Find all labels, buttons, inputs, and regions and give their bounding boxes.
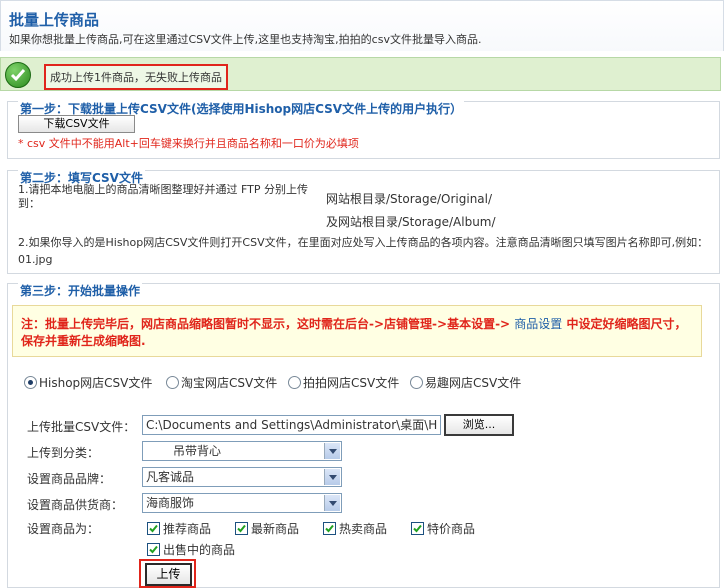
flag-label: 特价商品: [427, 522, 476, 536]
notice-text-pre: 注：批量上传完毕后，网店商品缩略图暂时不显示，这时需在后台->店铺管理->基本设…: [21, 317, 515, 331]
radio-hishop[interactable]: Hishop网店CSV文件: [24, 374, 152, 391]
step2-line1: 1.请把本地电脑上的商品清晰图整理好并通过 FTP 分别上传到：: [18, 183, 308, 210]
notice-link[interactable]: 商品设置: [514, 317, 562, 331]
checkbox-checked-icon[interactable]: [323, 522, 336, 535]
radio-icon[interactable]: [288, 376, 301, 389]
brand-value: 凡客诚品: [146, 470, 195, 484]
radio-label: Hishop网店CSV文件: [39, 376, 153, 390]
success-check-icon: [5, 62, 31, 88]
supplier-label: 设置商品供货商：: [27, 498, 124, 512]
flag-label: 最新商品: [251, 522, 300, 536]
checkbox-checked-icon[interactable]: [147, 543, 160, 556]
radio-yiqu[interactable]: 易趣网店CSV文件: [410, 374, 521, 391]
success-banner: 成功上传1件商品，无失败上传商品: [0, 57, 721, 91]
step1-section: 第一步：下载批量上传CSV文件(选择使用Hishop网店CSV文件上传的用户执行…: [7, 100, 720, 159]
flag-label: 推荐商品: [163, 522, 212, 536]
step2-line2: 2.如果你导入的是Hishop网店CSV文件则打开CSV文件，在里面对应处写入上…: [18, 236, 709, 266]
brand-select[interactable]: 凡客诚品: [142, 467, 342, 487]
radio-paipai[interactable]: 拍拍网店CSV文件: [288, 374, 399, 391]
csv-file-value: C:\Documents and Settings\Administrator\…: [146, 418, 438, 432]
flag-on-sale[interactable]: 出售中的商品: [147, 541, 235, 558]
radio-icon[interactable]: [410, 376, 423, 389]
ftp-path-original: 网站根目录/Storage/Original/: [326, 192, 493, 206]
category-value: 吊带背心: [173, 444, 222, 458]
step2-section: 第二步：填写CSV文件 1.请把本地电脑上的商品清晰图整理好并通过 FTP 分别…: [7, 169, 720, 274]
radio-label: 淘宝网店CSV文件: [181, 376, 278, 390]
upload-button-highlight: 上传: [139, 559, 196, 588]
supplier-value: 海商服饰: [146, 496, 195, 510]
radio-selected-icon[interactable]: [24, 376, 37, 389]
notice-text: 注：批量上传完毕后，网店商品缩略图暂时不显示，这时需在后台->店铺管理->基本设…: [21, 316, 697, 350]
page-header: 批量上传商品 如果你想批量上传商品,可在这里通过CSV文件上传,这里也支持淘宝,…: [0, 0, 724, 51]
flag-label: 出售中的商品: [163, 543, 236, 557]
step3-title: 第三步：开始批量操作: [18, 282, 143, 299]
ftp-path-album: 及网站根目录/Storage/Album/: [326, 215, 496, 229]
success-message: 成功上传1件商品，无失败上传商品: [44, 64, 228, 90]
browse-button[interactable]: 浏览...: [444, 414, 514, 436]
csv-file-input[interactable]: C:\Documents and Settings\Administrator\…: [142, 415, 441, 435]
chevron-down-icon[interactable]: [324, 495, 340, 511]
file-label: 上传批量CSV文件：: [27, 420, 136, 434]
page-title: 批量上传商品: [9, 11, 100, 29]
checkbox-checked-icon[interactable]: [411, 522, 424, 535]
radio-label: 拍拍网店CSV文件: [303, 376, 400, 390]
category-label: 上传到分类：: [27, 446, 100, 460]
flags-label: 设置商品为：: [27, 522, 100, 536]
flag-recommended[interactable]: 推荐商品: [147, 520, 211, 537]
page-description: 如果你想批量上传商品,可在这里通过CSV文件上传,这里也支持淘宝,拍拍的csv文…: [9, 33, 482, 46]
notice-box: 注：批量上传完毕后，网店商品缩略图暂时不显示，这时需在后台->店铺管理->基本设…: [12, 305, 702, 357]
radio-label: 易趣网店CSV文件: [425, 376, 522, 390]
download-csv-button[interactable]: 下载CSV文件: [18, 115, 135, 133]
flag-special[interactable]: 特价商品: [411, 520, 475, 537]
radio-icon[interactable]: [166, 376, 179, 389]
csv-note: * csv 文件中不能用Alt+回车键来换行并且商品名称和一口价为必填项: [18, 137, 359, 150]
upload-button[interactable]: 上传: [145, 563, 192, 586]
radio-taobao[interactable]: 淘宝网店CSV文件: [166, 374, 277, 391]
flag-label: 热卖商品: [339, 522, 388, 536]
flag-newest[interactable]: 最新商品: [235, 520, 299, 537]
checkbox-checked-icon[interactable]: [235, 522, 248, 535]
category-select[interactable]: 吊带背心: [142, 441, 342, 461]
chevron-down-icon[interactable]: [324, 443, 340, 459]
flag-hot[interactable]: 热卖商品: [323, 520, 387, 537]
supplier-select[interactable]: 海商服饰: [142, 493, 342, 513]
checkbox-checked-icon[interactable]: [147, 522, 160, 535]
brand-label: 设置商品品牌：: [27, 472, 112, 486]
chevron-down-icon[interactable]: [324, 469, 340, 485]
